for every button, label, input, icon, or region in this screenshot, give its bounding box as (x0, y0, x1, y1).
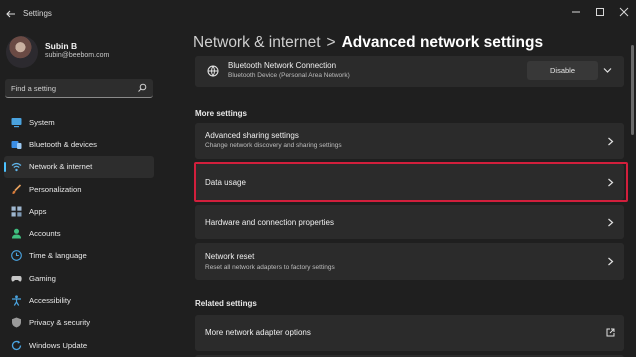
update-icon (11, 340, 22, 350)
sidebar-item-label: Personalization (29, 184, 82, 194)
monitor-icon (11, 117, 22, 127)
sidebar-item-label: Windows Update (29, 340, 88, 350)
setting-title: More network adapter options (205, 328, 311, 337)
search-input[interactable]: Find a setting (5, 79, 153, 98)
search-icon[interactable] (137, 83, 147, 93)
setting-title: Hardware and connection properties (205, 218, 334, 227)
shield-icon (12, 317, 21, 328)
sidebar-item-network-internet[interactable]: Network & internet (4, 155, 154, 178)
sidebar-item-time-language[interactable]: Time & language (4, 245, 154, 267)
adapter-card-bluetooth: Bluetooth Network Connection Bluetooth D… (195, 56, 624, 87)
globe-clock-icon (11, 250, 22, 262)
disable-button[interactable]: Disable (527, 61, 598, 80)
user-email: subin@beebom.com (45, 52, 110, 59)
close-button[interactable] (614, 5, 634, 19)
app-title: Settings (23, 9, 52, 18)
chevron-right-icon (608, 257, 614, 266)
section-heading-more-settings: More settings (195, 109, 248, 118)
setting-subtitle: Reset all network adapters to factory se… (205, 264, 335, 271)
chevron-right-icon (608, 178, 614, 187)
setting-hardware-connection[interactable]: Hardware and connection properties (195, 205, 624, 239)
apps-icon (11, 206, 22, 217)
maximize-button[interactable] (590, 5, 610, 19)
sidebar-item-system[interactable]: System (4, 111, 154, 133)
sidebar-item-bluetooth-devices[interactable]: Bluetooth & devices (4, 133, 154, 155)
active-indicator (4, 161, 6, 172)
setting-title: Network reset (205, 252, 255, 261)
sidebar-item-label: Accessibility (29, 296, 71, 306)
accessibility-icon (12, 295, 21, 306)
chevron-right-icon (608, 218, 614, 227)
sidebar-nav: System Bluetooth & devices Network & int… (4, 111, 154, 356)
setting-more-adapter-options[interactable]: More network adapter options (195, 315, 624, 351)
paintbrush-icon (12, 183, 22, 194)
sidebar-item-label: Bluetooth & devices (29, 139, 97, 149)
sidebar-item-label: Time & language (29, 251, 87, 261)
network-adapter-icon (207, 65, 219, 77)
person-icon (12, 228, 21, 239)
sidebar-item-label: Network & internet (29, 162, 93, 172)
sidebar-item-apps[interactable]: Apps (4, 200, 154, 222)
sidebar-item-personalization[interactable]: Personalization (4, 178, 154, 200)
setting-title: Advanced sharing settings (205, 131, 299, 140)
gamepad-icon (11, 275, 22, 282)
sidebar-item-gaming[interactable]: Gaming (4, 267, 154, 289)
title-bar: Settings (0, 0, 636, 30)
setting-advanced-sharing[interactable]: Advanced sharing settings Change network… (195, 123, 624, 159)
bluetooth-icon (11, 140, 22, 149)
sidebar-item-label: Accounts (29, 229, 61, 239)
sidebar-item-label: System (29, 117, 55, 127)
main-content: Network & internet > Advanced network sett… (160, 30, 636, 357)
user-name: Subin B (45, 41, 78, 51)
setting-subtitle: Change network discovery and sharing set… (205, 142, 342, 149)
sidebar: Subin B subin@beebom.com Find a setting … (0, 30, 160, 357)
setting-title: Data usage (205, 178, 246, 187)
scrollbar-thumb[interactable] (631, 45, 634, 135)
sidebar-item-accounts[interactable]: Accounts (4, 222, 154, 244)
wifi-icon (11, 163, 22, 172)
setting-network-reset[interactable]: Network reset Reset all network adapters… (195, 243, 624, 280)
sidebar-item-privacy-security[interactable]: Privacy & security (4, 312, 154, 334)
back-arrow-icon[interactable] (5, 8, 17, 20)
sidebar-item-windows-update[interactable]: Windows Update (4, 334, 154, 356)
open-external-icon (606, 328, 615, 337)
sidebar-item-label: Apps (29, 206, 47, 216)
setting-data-usage[interactable]: Data usage (195, 164, 624, 200)
breadcrumb-separator: > (326, 34, 336, 51)
adapter-subtitle: Bluetooth Device (Personal Area Network) (228, 72, 350, 79)
sidebar-item-label: Gaming (29, 273, 56, 283)
chevron-down-icon[interactable] (603, 67, 612, 74)
sidebar-item-label: Privacy & security (29, 318, 91, 328)
section-heading-related-settings: Related settings (195, 299, 257, 308)
search-placeholder: Find a setting (11, 84, 57, 93)
chevron-right-icon (608, 137, 614, 146)
breadcrumb-parent[interactable]: Network & internet (193, 34, 321, 51)
avatar[interactable] (6, 36, 38, 68)
page-title: Advanced network settings (341, 34, 544, 51)
adapter-title: Bluetooth Network Connection (228, 61, 337, 70)
breadcrumb: Network & internet > Advanced network sett… (193, 34, 543, 52)
minimize-button[interactable] (566, 5, 586, 19)
sidebar-item-accessibility[interactable]: Accessibility (4, 289, 154, 311)
